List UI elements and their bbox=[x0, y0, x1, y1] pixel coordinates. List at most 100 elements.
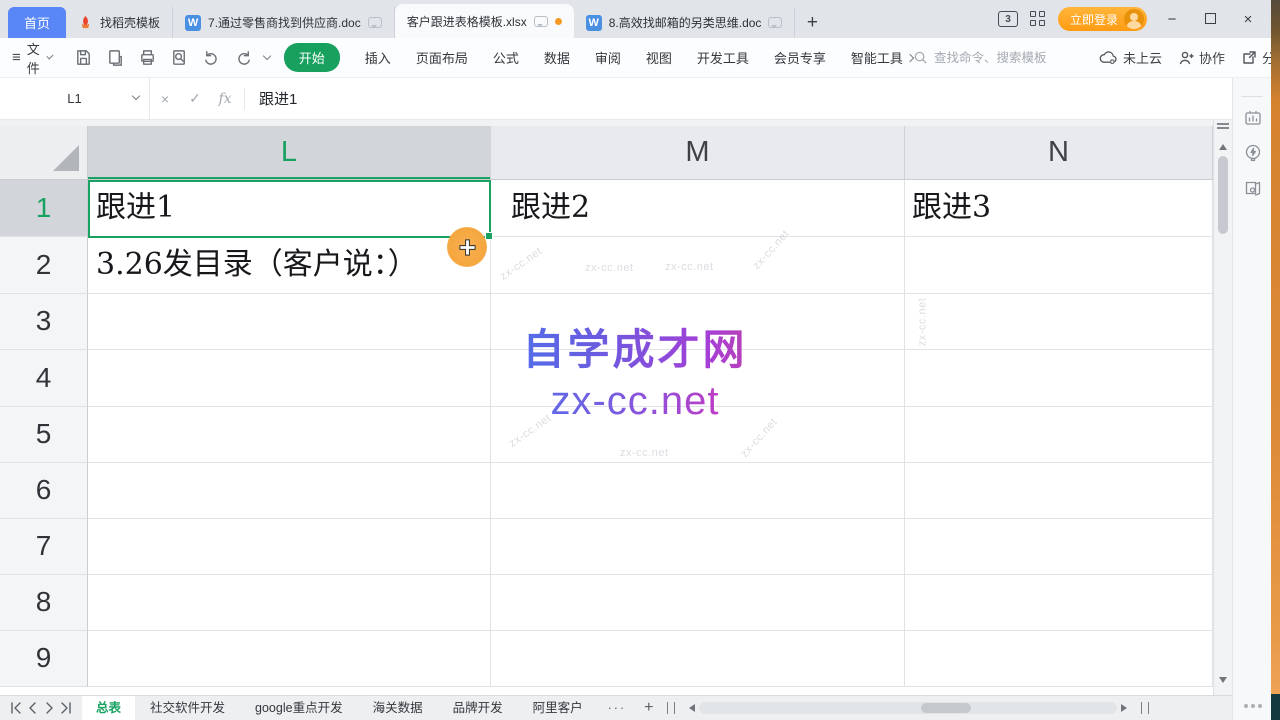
cell-N5[interactable] bbox=[905, 407, 1213, 463]
cell-M9[interactable] bbox=[491, 631, 905, 687]
scroll-right-arrow[interactable] bbox=[1121, 704, 1131, 712]
cell-N9[interactable] bbox=[905, 631, 1213, 687]
formula-content[interactable]: 跟进1 bbox=[251, 88, 297, 109]
scroll-down-arrow[interactable] bbox=[1219, 677, 1227, 687]
split-handle-icon[interactable] bbox=[1217, 123, 1229, 129]
cell-M6[interactable] bbox=[491, 463, 905, 519]
first-sheet-button[interactable] bbox=[8, 702, 24, 714]
vertical-scrollbar-thumb[interactable] bbox=[1218, 156, 1228, 234]
row-header-2[interactable]: 2 bbox=[0, 237, 88, 294]
customize-toolbar-dropdown-icon[interactable] bbox=[263, 52, 271, 60]
select-all-corner[interactable] bbox=[0, 126, 88, 180]
vertical-scrollbar[interactable] bbox=[1213, 120, 1232, 695]
cell-N3[interactable] bbox=[905, 294, 1213, 350]
ribbon-tab-insert[interactable]: 插入 bbox=[365, 48, 391, 67]
export-pdf-button[interactable] bbox=[104, 46, 128, 70]
print-preview-button[interactable] bbox=[168, 46, 192, 70]
more-sheets-icon[interactable]: ··· bbox=[598, 701, 637, 715]
cell-N8[interactable] bbox=[905, 575, 1213, 631]
stock-book-icon[interactable] bbox=[1243, 178, 1263, 198]
fill-handle[interactable] bbox=[485, 232, 493, 240]
cell-N1[interactable]: 跟进3 bbox=[905, 180, 1213, 237]
row-header-6[interactable]: 6 bbox=[0, 463, 88, 519]
new-tab-button[interactable]: + bbox=[795, 7, 829, 38]
column-header-L[interactable]: L bbox=[88, 126, 491, 180]
tab-docer-templates[interactable]: 找稻壳模板 bbox=[66, 7, 173, 38]
ribbon-tab-smart-tools[interactable]: 智能工具 bbox=[851, 48, 913, 67]
login-button[interactable]: 立即登录 bbox=[1058, 7, 1147, 31]
cell-M3[interactable] bbox=[491, 294, 905, 350]
sheet-tab-social[interactable]: 社交软件开发 bbox=[135, 696, 240, 720]
add-sheet-button[interactable]: + bbox=[636, 699, 661, 717]
smart-assistant-icon[interactable] bbox=[1243, 143, 1263, 163]
cell-N4[interactable] bbox=[905, 350, 1213, 407]
ribbon-tab-developer[interactable]: 开发工具 bbox=[697, 48, 749, 67]
collaborate-button[interactable]: 协作 bbox=[1178, 48, 1225, 67]
tab-doc-supplier[interactable]: W 7.通过零售商找到供应商.doc bbox=[173, 7, 395, 38]
cell-N6[interactable] bbox=[905, 463, 1213, 519]
save-button[interactable] bbox=[72, 46, 96, 70]
tab-doc-email[interactable]: W 8.高效找邮箱的另类思维.doc bbox=[574, 7, 796, 38]
tab-home[interactable]: 首页 bbox=[8, 7, 66, 38]
sheet-tab-alibaba[interactable]: 阿里客户 bbox=[518, 696, 598, 720]
cell-M4[interactable] bbox=[491, 350, 905, 407]
cell-L9[interactable] bbox=[88, 631, 491, 687]
column-header-N[interactable]: N bbox=[905, 126, 1213, 180]
cell-M5[interactable] bbox=[491, 407, 905, 463]
cell-N2[interactable] bbox=[905, 237, 1213, 294]
cloud-status[interactable]: 未上云 bbox=[1099, 48, 1162, 67]
undo-button[interactable] bbox=[200, 46, 224, 70]
print-button[interactable] bbox=[136, 46, 160, 70]
cell-M1[interactable]: 跟进2 bbox=[491, 180, 905, 237]
sidebar-more-dots-icon[interactable] bbox=[1233, 704, 1272, 708]
last-sheet-button[interactable] bbox=[58, 702, 74, 714]
ribbon-tab-formulas[interactable]: 公式 bbox=[493, 48, 519, 67]
column-header-M[interactable]: M bbox=[491, 126, 905, 180]
ribbon-tab-home[interactable]: 开始 bbox=[284, 43, 340, 72]
scroll-up-arrow[interactable] bbox=[1219, 140, 1227, 150]
cell-M7[interactable] bbox=[491, 519, 905, 575]
scroll-left-arrow[interactable] bbox=[685, 704, 695, 712]
property-panel-icon[interactable] bbox=[1243, 108, 1263, 128]
cell-L5[interactable] bbox=[88, 407, 491, 463]
redo-button[interactable] bbox=[232, 46, 256, 70]
ribbon-tab-data[interactable]: 数据 bbox=[544, 48, 570, 67]
ribbon-tab-review[interactable]: 审阅 bbox=[595, 48, 621, 67]
row-header-9[interactable]: 9 bbox=[0, 631, 88, 687]
cancel-entry-icon[interactable]: × bbox=[150, 91, 180, 107]
row-header-8[interactable]: 8 bbox=[0, 575, 88, 631]
row-header-5[interactable]: 5 bbox=[0, 407, 88, 463]
window-manager-icon[interactable]: 3 bbox=[998, 11, 1018, 27]
search-input[interactable] bbox=[934, 51, 1074, 65]
insert-function-icon[interactable]: fx bbox=[210, 91, 240, 107]
row-header-7[interactable]: 7 bbox=[0, 519, 88, 575]
horizontal-scrollbar[interactable] bbox=[699, 702, 1117, 714]
command-search[interactable] bbox=[913, 50, 1083, 65]
cell-L3[interactable] bbox=[88, 294, 491, 350]
next-sheet-button[interactable] bbox=[42, 702, 56, 714]
apps-grid-icon[interactable] bbox=[1030, 11, 1046, 27]
maximize-button[interactable] bbox=[1197, 11, 1223, 28]
ribbon-tab-view[interactable]: 视图 bbox=[646, 48, 672, 67]
sheet-tab-brand[interactable]: 品牌开发 bbox=[438, 696, 518, 720]
cell-L2[interactable]: 3.26发目录（客户说：） bbox=[88, 237, 491, 294]
horizontal-scrollbar-thumb[interactable] bbox=[921, 703, 971, 713]
cell-L8[interactable] bbox=[88, 575, 491, 631]
minimize-button[interactable]: − bbox=[1159, 11, 1185, 28]
confirm-entry-icon[interactable]: ✓ bbox=[180, 90, 210, 107]
cell-M8[interactable] bbox=[491, 575, 905, 631]
name-box-dropdown-icon[interactable] bbox=[132, 91, 140, 99]
close-button[interactable]: × bbox=[1235, 11, 1261, 28]
row-header-1[interactable]: 1 bbox=[0, 180, 88, 237]
name-box[interactable]: L1 bbox=[0, 78, 150, 120]
sheet-tab-customs[interactable]: 海关数据 bbox=[358, 696, 438, 720]
cell-L6[interactable] bbox=[88, 463, 491, 519]
tab-active-spreadsheet[interactable]: S 客户跟进表格模板.xlsx bbox=[395, 4, 574, 38]
scrollbar-resize-handle[interactable] bbox=[667, 702, 675, 714]
sheet-tab-google[interactable]: google重点开发 bbox=[240, 696, 358, 720]
scrollbar-resize-handle[interactable] bbox=[1141, 702, 1149, 714]
ribbon-tab-page-layout[interactable]: 页面布局 bbox=[416, 48, 468, 67]
row-header-3[interactable]: 3 bbox=[0, 294, 88, 350]
ribbon-tab-member[interactable]: 会员专享 bbox=[774, 48, 826, 67]
cell-L1[interactable]: 跟进1 bbox=[88, 180, 491, 237]
